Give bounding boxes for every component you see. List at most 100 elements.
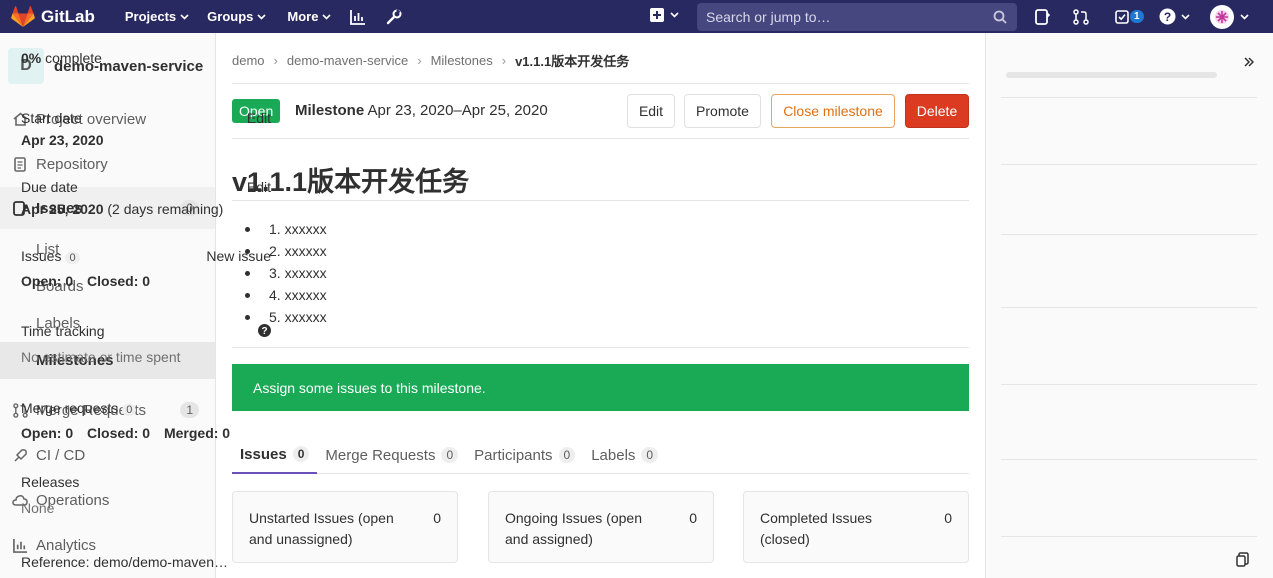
new-item-dropdown[interactable] <box>650 8 679 22</box>
divider <box>1001 307 1257 308</box>
close-milestone-button[interactable]: Close milestone <box>771 94 895 128</box>
assign-issues-alert: Assign some issues to this milestone. <box>232 364 969 411</box>
tab-count: 0 <box>441 447 459 463</box>
list-item: 1. xxxxxx <box>248 218 327 240</box>
groups-label: Groups <box>207 9 254 24</box>
edit-button[interactable]: Edit <box>627 94 675 128</box>
help-dropdown[interactable]: ? <box>1159 0 1190 33</box>
search-placeholder: Search or jump to… <box>706 9 831 25</box>
divider <box>1001 234 1257 235</box>
issues-section: Issues 0 New issue Open: 0 Closed: 0 <box>21 248 271 289</box>
divider <box>1001 97 1257 98</box>
admin-wrench-icon[interactable] <box>386 8 402 25</box>
new-issue-link[interactable]: New issue <box>206 248 271 264</box>
reference-text: Reference: demo/demo-maven… <box>21 554 228 570</box>
progress-label: complete <box>45 50 102 66</box>
rocket-icon <box>12 448 28 463</box>
ongoing-issues-card: Ongoing Issues (open and assigned) 0 <box>488 491 714 563</box>
chevron-right-icon: › <box>417 53 422 68</box>
brand-name: GitLab <box>41 6 95 26</box>
promote-button[interactable]: Promote <box>684 94 761 128</box>
chevron-down-icon <box>1181 13 1190 20</box>
tab-count: 0 <box>292 446 310 462</box>
chevron-down-icon <box>257 13 266 20</box>
tab-label: Issues <box>240 445 287 463</box>
merge-requests-section: Merge requests 0 Open: 0 Closed: 0 Merged… <box>21 400 271 441</box>
search-icon <box>993 10 1007 24</box>
merge-requests-label: Merge requests <box>21 400 119 416</box>
card-count: 0 <box>433 510 441 526</box>
projects-dropdown[interactable]: Projects <box>125 9 189 24</box>
projects-label: Projects <box>124 9 177 24</box>
more-dropdown[interactable]: More <box>287 9 332 24</box>
issues-icon <box>1035 8 1050 25</box>
due-date-label: Due date <box>21 179 78 195</box>
merge-requests-shortcut[interactable] <box>1073 0 1089 33</box>
sidebar-item-repository[interactable]: Repository <box>0 144 215 184</box>
gitlab-logo[interactable]: GitLab <box>11 5 95 28</box>
closed-label: Closed: <box>87 425 139 441</box>
alert-text: Assign some issues to this milestone. <box>253 379 486 396</box>
collapse-sidebar-icon[interactable] <box>1244 56 1254 68</box>
edit-due-date-link[interactable]: Edit <box>247 179 271 195</box>
copy-clipboard-icon[interactable] <box>1236 552 1249 567</box>
merge-requests-header: Merge requests 0 <box>21 400 271 416</box>
plus-square-icon <box>650 8 664 22</box>
chart-icon <box>12 538 28 553</box>
breadcrumb-link[interactable]: demo-maven-service <box>287 53 408 68</box>
user-avatar <box>1210 4 1234 29</box>
search-input[interactable]: Search or jump to… <box>697 3 1017 31</box>
milestone-tabs: Issues 0 Merge Requests 0 Participants 0… <box>232 436 969 474</box>
issues-shortcut[interactable] <box>1035 0 1050 33</box>
start-date-section: Start date Edit Apr 23, 2020 <box>21 110 271 148</box>
progress-bar <box>1006 72 1217 78</box>
delete-button[interactable]: Delete <box>905 94 969 128</box>
tab-participants[interactable]: Participants 0 <box>466 436 583 474</box>
reference-section: Reference: demo/demo-maven… <box>21 554 271 570</box>
sidebar-item-ci-cd[interactable]: CI / CD <box>0 435 215 475</box>
tanuki-icon <box>11 5 35 28</box>
todo-check-icon <box>1115 9 1129 24</box>
chevron-down-icon <box>1240 13 1249 20</box>
tab-merge-requests[interactable]: Merge Requests 0 <box>317 436 466 474</box>
project-header[interactable]: D demo-maven-service <box>0 33 215 99</box>
open-label: Open: <box>21 425 62 441</box>
tab-count: 0 <box>558 447 576 463</box>
merged-value: 0 <box>222 425 231 441</box>
svg-text:?: ? <box>261 326 267 337</box>
time-tracking-value: No estimate or time spent <box>21 349 181 365</box>
edit-start-date-link[interactable]: Edit <box>247 110 271 126</box>
tab-label: Labels <box>591 446 636 464</box>
activity-chart-icon[interactable] <box>350 9 366 25</box>
tab-count: 0 <box>641 447 659 463</box>
milestone-date-range: Apr 23, 2020–Apr 25, 2020 <box>367 102 548 119</box>
merge-request-icon <box>1073 8 1089 25</box>
sidebar-item-label: CI / CD <box>36 446 86 464</box>
start-date-value: Apr 23, 2020 <box>21 132 104 148</box>
card-title-line: and assigned) <box>505 531 593 547</box>
divider <box>232 200 969 201</box>
issues-label: Issues <box>21 248 62 264</box>
help-icon[interactable]: ? <box>258 324 271 337</box>
todos-shortcut[interactable]: 1 <box>1115 0 1144 33</box>
due-date-section: Due date Edit Apr 25, 2020 (2 days remai… <box>21 179 271 217</box>
card-count: 0 <box>689 510 697 526</box>
open-label: Open: <box>21 273 62 289</box>
more-label: More <box>287 9 319 24</box>
tab-issues[interactable]: Issues 0 <box>232 436 318 474</box>
chevron-down-icon <box>322 13 332 20</box>
start-date-label: Start date <box>21 110 82 126</box>
merged-label: Merged: <box>163 425 219 441</box>
breadcrumb-current[interactable]: v1.1.1版本开发任务 <box>515 51 629 70</box>
user-menu-dropdown[interactable] <box>1210 0 1249 33</box>
chevron-right-icon: › <box>273 53 278 68</box>
merge-requests-stats: Open: 0 Closed: 0 Merged: 0 <box>21 425 271 441</box>
groups-dropdown[interactable]: Groups <box>207 9 266 24</box>
closed-value: 0 <box>142 425 151 441</box>
releases-section: Releases None <box>21 474 271 516</box>
breadcrumb-link[interactable]: Milestones <box>431 53 493 68</box>
completed-issues-card: Completed Issues (closed) 0 <box>743 491 969 563</box>
tab-labels[interactable]: Labels 0 <box>583 436 666 474</box>
divider <box>232 83 969 84</box>
time-tracking-label: Time tracking <box>21 323 105 339</box>
